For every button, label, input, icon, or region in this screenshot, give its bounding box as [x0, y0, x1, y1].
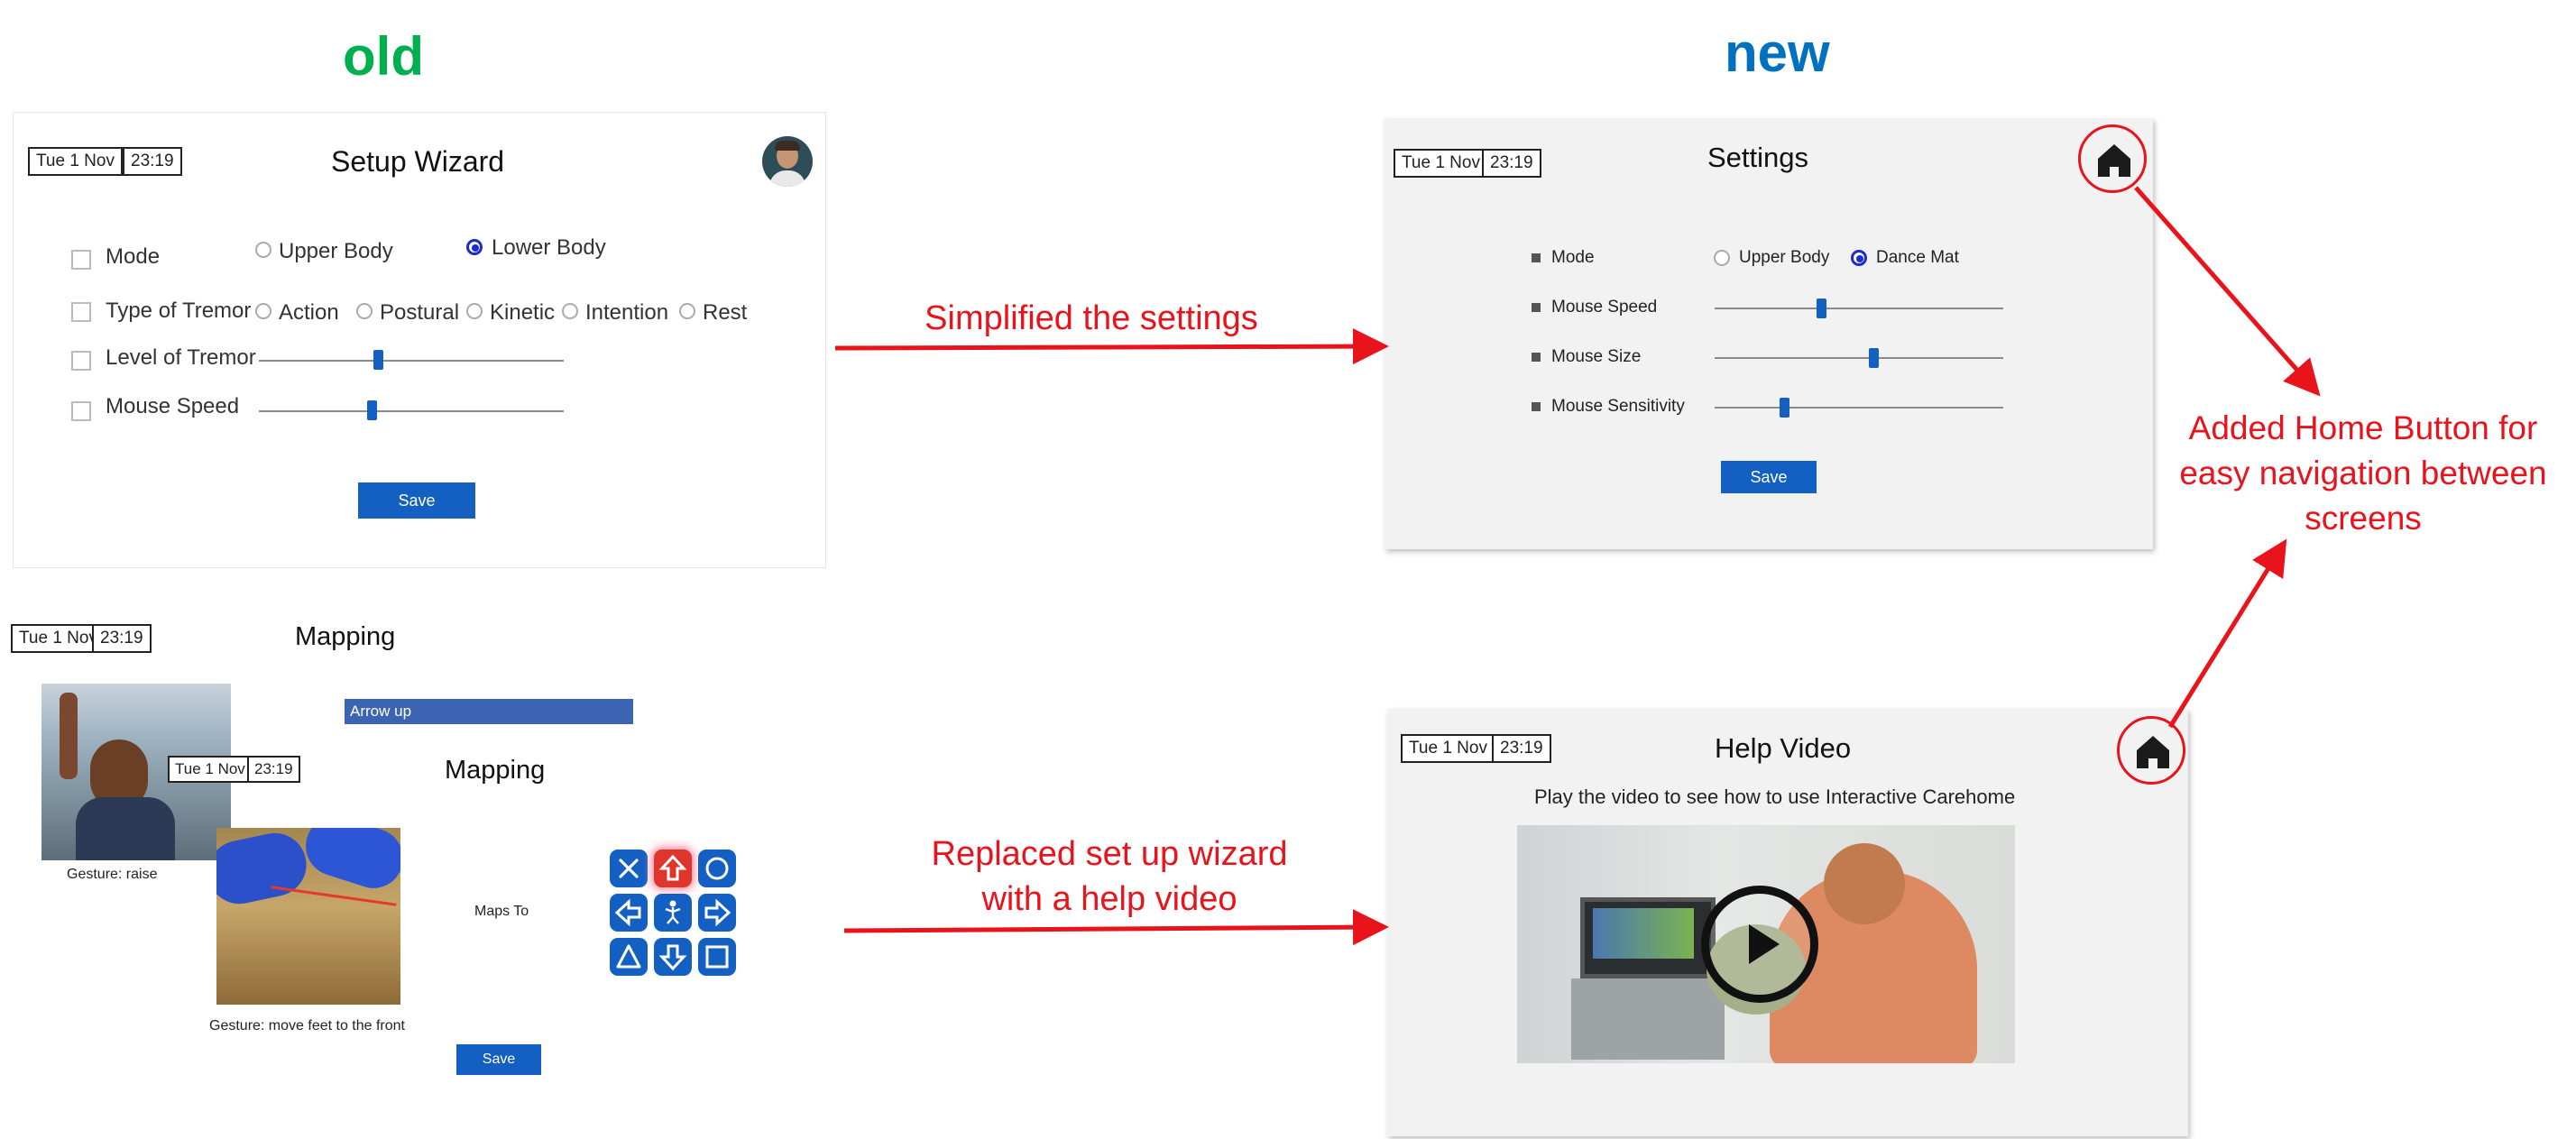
mouse-speed-track — [1715, 308, 2003, 309]
date-tag: Tue 1 Nov — [1394, 149, 1488, 178]
play-icon — [1749, 924, 1780, 964]
tremor-postural-label: Postural — [380, 300, 460, 325]
mouse-speed-label: Mouse Speed — [106, 394, 240, 418]
annotation-simplified: Simplified the settings — [925, 299, 1258, 337]
old-setup-wizard-panel: Tue 1 Nov 23:19 Setup Wizard Mode Upper … — [13, 112, 826, 568]
date-tag: Tue 1 Nov — [1401, 734, 1495, 763]
arrow-to-settings-home — [2134, 186, 2321, 397]
date-tag: Tue 1 Nov — [28, 147, 123, 176]
home-button[interactable] — [2117, 716, 2185, 785]
mode-checkbox[interactable] — [71, 250, 91, 270]
tremor-level-checkbox[interactable] — [71, 351, 91, 371]
triangle-icon[interactable] — [610, 938, 648, 976]
dance-mat-label: Dance Mat — [1876, 248, 1959, 267]
upper-body-label: Upper Body — [279, 239, 393, 263]
mouse-speed-label: Mouse Speed — [1551, 298, 1658, 317]
play-button[interactable] — [1701, 886, 1818, 1003]
annotation-home-line2: easy navigation between — [2179, 455, 2547, 491]
mouse-sensitivity-track — [1715, 407, 2003, 409]
circle-icon[interactable] — [698, 850, 736, 887]
save-button[interactable]: Save — [456, 1044, 541, 1075]
new-settings-panel: Tue 1 Nov 23:19 Settings Mode Upper Body… — [1385, 118, 2153, 549]
tremor-type-checkbox[interactable] — [71, 302, 91, 322]
mouse-speed-bullet — [1532, 303, 1541, 312]
tremor-kinetic-radio[interactable] — [466, 303, 483, 319]
gesture-feet-photo — [216, 828, 400, 1005]
mode-bullet — [1532, 253, 1541, 262]
tremor-intention-label: Intention — [585, 300, 669, 325]
time-tag: 23:19 — [123, 147, 182, 176]
mouse-sensitivity-bullet — [1532, 402, 1541, 411]
mapping-title: Mapping — [295, 622, 396, 651]
arrow-up-icon[interactable] — [654, 850, 692, 887]
tremor-type-label: Type of Tremor — [106, 299, 252, 323]
mouse-speed-slider[interactable] — [367, 400, 378, 420]
mouse-sensitivity-slider[interactable] — [1779, 398, 1789, 418]
tremor-rest-radio[interactable] — [679, 303, 695, 319]
annotation-home-line1: Added Home Button for — [2188, 409, 2538, 446]
mouse-speed-slider[interactable] — [1817, 299, 1827, 318]
arrow-down-icon[interactable] — [654, 938, 692, 976]
tremor-kinetic-label: Kinetic — [490, 300, 556, 325]
time-tag: 23:19 — [1492, 734, 1551, 763]
square-icon[interactable] — [698, 938, 736, 976]
dance-mat-radio[interactable] — [1851, 250, 1867, 266]
mouse-speed-checkbox[interactable] — [71, 401, 91, 421]
mouse-size-track — [1715, 357, 2003, 359]
tremor-level-slider[interactable] — [373, 350, 383, 370]
page-title: Settings — [1707, 142, 1809, 173]
gesture-feet-caption: Gesture: move feet to the front — [209, 1018, 405, 1033]
save-button[interactable]: Save — [1721, 461, 1817, 493]
lower-body-radio[interactable] — [466, 239, 483, 255]
home-icon — [2098, 144, 2130, 177]
upper-body-radio[interactable] — [255, 242, 271, 258]
controller-pad — [610, 850, 745, 985]
lower-body-label: Lower Body — [492, 235, 606, 260]
annotation-replaced-line2: with a help video — [981, 880, 1237, 918]
mode-label: Mode — [106, 244, 161, 269]
mouse-speed-track — [259, 410, 564, 412]
home-icon — [2137, 736, 2169, 768]
tremor-postural-radio[interactable] — [356, 303, 373, 319]
arrow-from-help-home — [2167, 538, 2287, 729]
mouse-size-label: Mouse Size — [1551, 347, 1642, 366]
arrow-simplified — [834, 328, 1389, 365]
time-tag: 23:19 — [92, 624, 152, 653]
home-button[interactable] — [2078, 124, 2147, 193]
cross-icon[interactable] — [610, 850, 648, 887]
mouse-size-bullet — [1532, 353, 1541, 362]
arrow-up-selection-bar[interactable]: Arrow up — [345, 699, 633, 724]
page-title: Setup Wizard — [331, 145, 505, 178]
mode-label: Mode — [1551, 248, 1595, 267]
arrow-replaced — [843, 909, 1389, 946]
mouse-size-slider[interactable] — [1869, 348, 1879, 368]
figure-icon[interactable] — [654, 894, 692, 932]
tremor-level-track — [259, 360, 564, 362]
annotation-home-line3: screens — [2305, 500, 2422, 537]
date-tag: Tue 1 Nov — [168, 756, 253, 783]
tremor-action-radio[interactable] — [255, 303, 271, 319]
time-tag: 23:19 — [1482, 149, 1541, 178]
save-button[interactable]: Save — [358, 482, 475, 519]
tremor-action-label: Action — [279, 300, 339, 325]
gesture-raise-caption: Gesture: raise — [67, 867, 158, 882]
new-header: new — [1725, 23, 1830, 83]
annotation-replaced-line1: Replaced set up wizard — [931, 835, 1288, 873]
tremor-rest-label: Rest — [703, 300, 748, 325]
help-subtitle: Play the video to see how to use Interac… — [1534, 785, 2016, 808]
avatar[interactable] — [762, 136, 813, 187]
help-video-panel: Tue 1 Nov 23:19 Help Video Play the vide… — [1387, 709, 2188, 1136]
page-title: Help Video — [1715, 732, 1852, 764]
arrow-left-icon[interactable] — [610, 894, 648, 932]
maps-to-label: Maps To — [474, 904, 529, 919]
old-header: old — [343, 26, 424, 87]
mouse-sensitivity-label: Mouse Sensitivity — [1551, 397, 1685, 416]
arrow-right-icon[interactable] — [698, 894, 736, 932]
tremor-level-label: Level of Tremor — [106, 345, 256, 370]
mapping-title: Mapping — [445, 756, 546, 785]
time-tag: 23:19 — [247, 756, 300, 783]
upper-body-radio[interactable] — [1714, 250, 1730, 266]
upper-body-label: Upper Body — [1739, 248, 1830, 267]
tremor-intention-radio[interactable] — [562, 303, 578, 319]
